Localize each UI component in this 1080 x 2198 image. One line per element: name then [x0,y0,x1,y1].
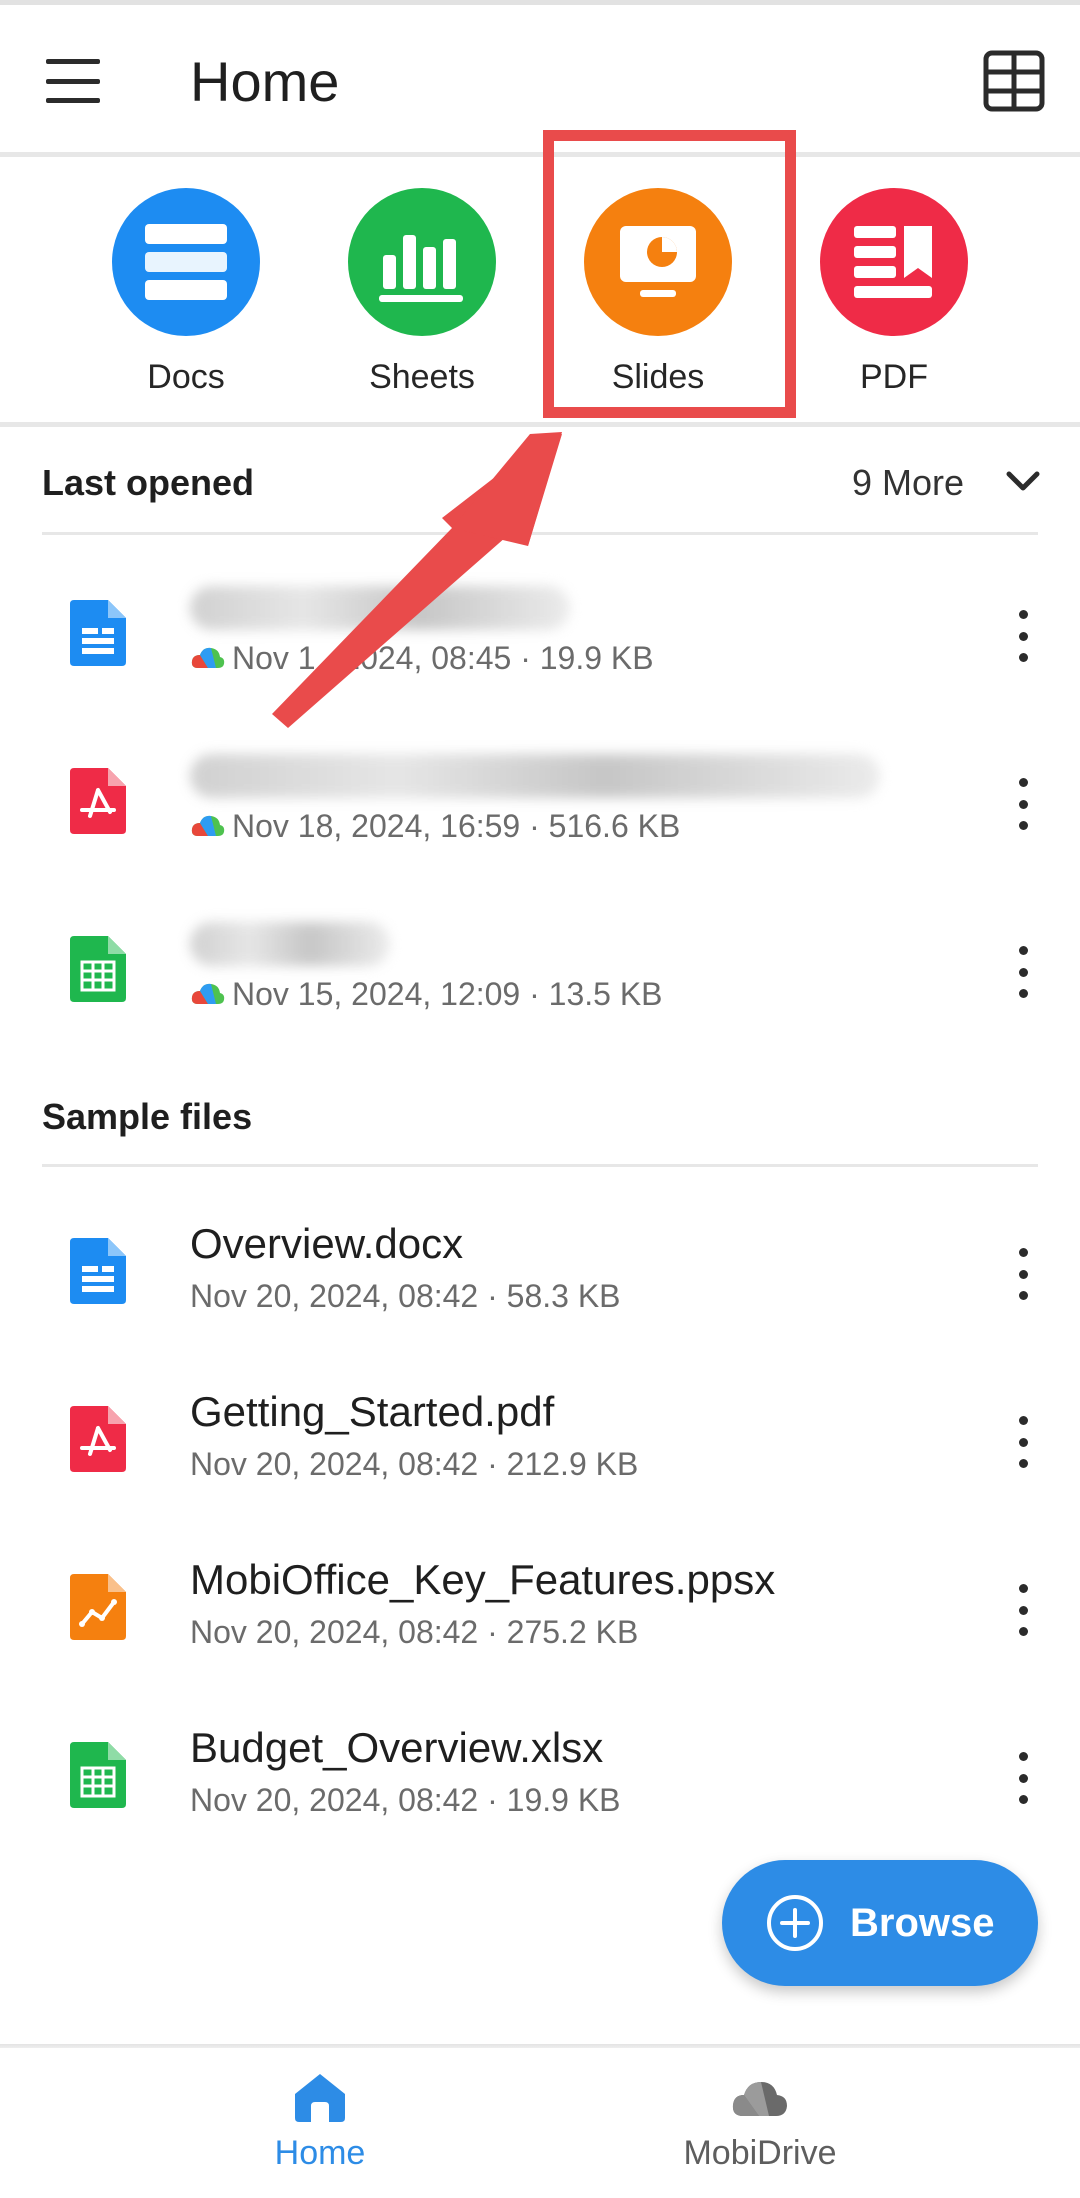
quick-action-sheets[interactable]: Sheets [322,188,522,397]
list-item[interactable]: MobiOffice_Key_Features.ppsx Nov 20, 202… [0,1530,1080,1698]
nav-label: Home [274,2134,366,2172]
blurred-file-name [190,754,880,798]
page-title: Home [190,50,340,113]
file-meta: Nov 20, 2024, 08:42 · 58.3 KB [190,1278,621,1314]
file-name: Getting_Started.pdf [190,1388,555,1435]
sample-files-divider [42,1164,1038,1167]
app-bar: Home [0,5,1080,153]
list-item[interactable]: Nov 18, 2024, 16:59 · 516.6 KB [0,724,1080,892]
file-meta: Nov 20, 2024, 08:42 · 275.2 KB [190,1614,639,1650]
file-meta: Nov 15, 2024, 12:09 · 13.5 KB [232,976,663,1012]
pdf-file-icon [70,1406,126,1472]
file-meta: Nov 18, 2024, 16:59 · 516.6 KB [232,808,681,844]
quick-action-label: PDF [860,358,928,396]
file-meta: Nov 20, 2024, 08:42 · 19.9 KB [190,1782,621,1818]
file-meta: Nov 20, 2024, 08:42 · 212.9 KB [190,1446,639,1482]
more-button[interactable]: 9 More [852,462,964,504]
more-options-button[interactable] [1008,1244,1038,1304]
sheet-file-icon [70,1742,126,1808]
cloud-sync-icon [191,647,225,668]
more-options-button[interactable] [1008,1412,1038,1472]
browse-label: Browse [850,1900,995,1945]
sample-files-title: Sample files [42,1096,253,1137]
kebab-icon [1018,1416,1028,1425]
sheet-file-icon [70,936,126,1002]
kebab-icon [1018,946,1028,955]
bottom-nav: Home MobiDrive [0,2048,1080,2198]
nav-label: MobiDrive [683,2134,837,2172]
sheets-circle [348,188,496,336]
more-options-button[interactable] [1008,774,1038,834]
quick-action-docs[interactable]: Docs [86,188,286,397]
kebab-icon [1018,1584,1028,1593]
menu-icon [46,59,100,64]
more-options-button[interactable] [1008,1580,1038,1640]
docs-circle [112,188,260,336]
quick-actions-divider [0,422,1080,427]
pdf-icon [854,226,932,298]
file-name: Budget_Overview.xlsx [190,1724,604,1771]
more-options-button[interactable] [1008,1748,1038,1808]
home-icon [295,2074,345,2122]
quick-actions: Docs Sheets Slides PDF [0,158,1080,424]
kebab-icon [1018,610,1028,619]
more-options-button[interactable] [1008,942,1038,1002]
last-opened-title: Last opened [42,462,255,503]
list-item[interactable]: Getting_Started.pdf Nov 20, 2024, 08:42 … [0,1362,1080,1530]
file-name: MobiOffice_Key_Features.ppsx [190,1556,776,1603]
quick-action-label: Sheets [369,358,475,396]
kebab-icon [1018,1752,1028,1761]
chevron-down-icon[interactable] [1003,466,1043,496]
bar-chart-icon [379,235,463,302]
list-item[interactable]: Overview.docx Nov 20, 2024, 08:42 · 58.3… [0,1194,1080,1362]
nav-item-mobidrive[interactable]: MobiDrive [610,2070,910,2173]
header-divider [0,152,1080,157]
nav-item-home[interactable]: Home [170,2070,470,2173]
kebab-icon [1018,778,1028,787]
blurred-file-name [190,922,390,966]
last-opened-divider [42,532,1038,535]
file-meta: Nov 1 , 2024, 08:45 · 19.9 KB [232,640,654,676]
browse-button[interactable]: Browse [722,1860,1038,1986]
grid-view-button[interactable] [982,49,1046,113]
kebab-icon [1018,1248,1028,1257]
quick-action-pdf[interactable]: PDF [794,188,994,397]
quick-action-label: Docs [147,358,225,396]
grid-icon [983,50,1045,112]
more-options-button[interactable] [1008,606,1038,666]
plus-circle-icon [767,1895,823,1951]
doc-file-icon [70,600,126,666]
slides-highlight-box [543,130,796,418]
cloud-sync-icon [191,983,225,1004]
file-name: Overview.docx [190,1220,464,1267]
pdf-circle [820,188,968,336]
list-item[interactable]: Nov 15, 2024, 12:09 · 13.5 KB [0,892,1080,1060]
cloud-sync-icon [191,815,225,836]
slide-file-icon [70,1574,126,1640]
cloud-icon [732,2082,787,2116]
pdf-file-icon [70,768,126,834]
docs-icon [145,224,227,300]
doc-file-icon [70,1238,126,1304]
list-item[interactable]: Nov 1 , 2024, 08:45 · 19.9 KB [0,556,1080,724]
blurred-file-name [190,586,570,630]
menu-button[interactable] [38,51,108,111]
list-item[interactable]: Budget_Overview.xlsx Nov 20, 2024, 08:42… [0,1698,1080,1866]
